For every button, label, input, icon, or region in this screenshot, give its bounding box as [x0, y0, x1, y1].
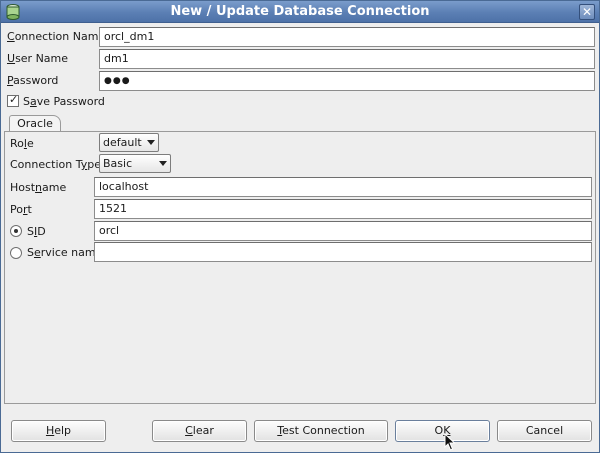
clear-button[interactable]: Clear	[152, 420, 247, 442]
database-connection-dialog: New / Update Database Connection ✕ Conne…	[0, 0, 600, 453]
connection-name-field[interactable]: orcl_dm1	[99, 27, 595, 47]
window-title: New / Update Database Connection	[170, 4, 430, 19]
tab-oracle[interactable]: Oracle	[9, 115, 61, 132]
role-value: default	[103, 136, 142, 149]
cancel-button[interactable]: Cancel	[497, 420, 592, 442]
role-label: Role	[10, 137, 34, 150]
help-button[interactable]: Help	[11, 420, 106, 442]
port-label: Port	[10, 203, 32, 216]
hostname-label: Hostname	[10, 181, 67, 194]
checkmark-icon: ✓	[9, 93, 19, 106]
sid-field[interactable]: orcl	[94, 221, 592, 241]
connection-type-value: Basic	[103, 157, 133, 170]
close-button[interactable]: ✕	[579, 4, 595, 20]
password-label: Password	[7, 74, 59, 87]
connection-type-label: Connection Type	[10, 158, 102, 171]
save-password-checkbox[interactable]: ✓	[7, 93, 19, 107]
title-bar[interactable]: New / Update Database Connection ✕	[1, 1, 599, 23]
ok-button[interactable]: OK	[395, 420, 490, 442]
service-name-label[interactable]: Service name	[27, 246, 102, 259]
close-icon: ✕	[581, 5, 593, 19]
oracle-settings-panel	[4, 131, 596, 404]
role-dropdown[interactable]: default	[99, 133, 159, 152]
port-field[interactable]: 1521	[94, 199, 592, 219]
connection-type-dropdown[interactable]: Basic	[99, 154, 171, 173]
sid-label[interactable]: SID	[27, 225, 46, 238]
password-field[interactable]: ●●●	[99, 71, 595, 91]
sid-radio[interactable]	[10, 225, 22, 237]
chevron-down-icon	[147, 140, 155, 145]
hostname-field[interactable]: localhost	[94, 177, 592, 197]
save-password-label[interactable]: Save Password	[23, 95, 105, 108]
service-name-radio[interactable]	[10, 247, 22, 259]
user-name-field[interactable]: dm1	[99, 49, 595, 69]
chevron-down-icon	[159, 161, 167, 166]
radio-selected-dot	[14, 229, 18, 233]
connection-name-label: Connection Name	[7, 30, 106, 43]
mouse-cursor-icon	[444, 433, 456, 451]
user-name-label: User Name	[7, 52, 69, 65]
service-name-field[interactable]	[94, 242, 592, 262]
test-connection-button[interactable]: Test Connection	[254, 420, 388, 442]
